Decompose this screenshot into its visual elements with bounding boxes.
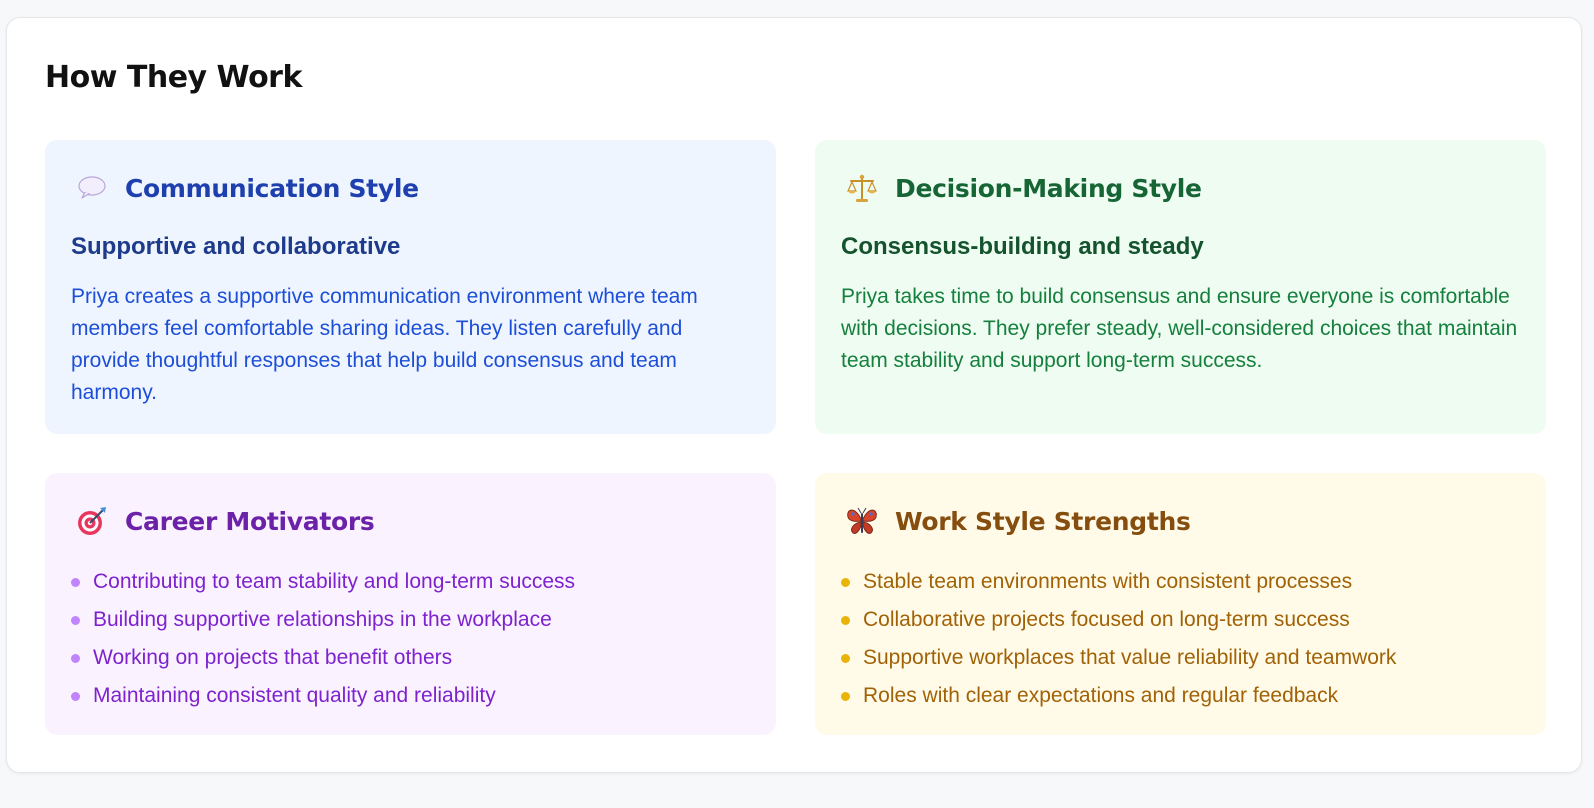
bullet-dot	[841, 577, 850, 587]
list-item-text: Supportive workplaces that value reliabi…	[863, 646, 1397, 669]
work-style-strengths-list: Stable team environments with consistent…	[841, 563, 1396, 715]
career-motivators-list: Contributing to team stability and long-…	[71, 563, 575, 715]
work-style-strengths-header: Work Style Strengths	[845, 503, 1191, 539]
speech-bubble-icon	[75, 171, 109, 205]
decision-making-style-subtitle: Consensus-building and steady	[841, 233, 1204, 260]
list-item: Roles with clear expectations and regula…	[841, 677, 1396, 715]
career-motivators-title: Career Motivators	[125, 506, 375, 536]
work-style-strengths-title: Work Style Strengths	[895, 506, 1191, 536]
communication-style-subtitle: Supportive and collaborative	[71, 233, 401, 260]
list-item: Collaborative projects focused on long-t…	[841, 601, 1396, 639]
bullet-dot	[71, 615, 80, 625]
decision-making-style-card: Decision-Making Style Consensus-building…	[815, 140, 1546, 434]
list-item: Maintaining consistent quality and relia…	[71, 677, 575, 715]
butterfly-icon	[845, 504, 879, 538]
list-item-text: Maintaining consistent quality and relia…	[93, 684, 496, 707]
list-item-text: Contributing to team stability and long-…	[93, 570, 576, 593]
list-item: Working on projects that benefit others	[71, 639, 575, 677]
bullet-dot	[841, 615, 850, 625]
list-item: Supportive workplaces that value reliabi…	[841, 639, 1396, 677]
balance-scale-icon	[845, 171, 879, 205]
how-they-work-panel: How They Work Communication Style Suppor…	[6, 17, 1582, 773]
bullet-dot	[71, 691, 80, 701]
communication-style-header: Communication Style	[75, 170, 419, 206]
communication-style-title: Communication Style	[125, 173, 419, 203]
decision-making-style-header: Decision-Making Style	[845, 170, 1202, 206]
career-motivators-header: Career Motivators	[75, 503, 375, 539]
list-item-text: Collaborative projects focused on long-t…	[863, 608, 1350, 631]
list-item-text: Roles with clear expectations and regula…	[863, 684, 1339, 707]
list-item-text: Building supportive relationships in the…	[93, 608, 552, 631]
bullet-dot	[71, 653, 80, 663]
list-item: Building supportive relationships in the…	[71, 601, 575, 639]
section-title: How They Work	[45, 60, 302, 95]
target-icon	[75, 504, 109, 538]
list-item: Stable team environments with consistent…	[841, 563, 1396, 601]
bullet-dot	[841, 653, 850, 663]
decision-making-style-description: Priya takes time to build consensus and …	[841, 285, 1518, 372]
list-item: Contributing to team stability and long-…	[71, 563, 575, 601]
work-style-strengths-card: Work Style Strengths Stable team environ…	[815, 473, 1546, 735]
list-item-text: Stable team environments with consistent…	[863, 570, 1353, 593]
bullet-dot	[841, 691, 850, 701]
decision-making-style-title: Decision-Making Style	[895, 173, 1202, 203]
bullet-dot	[71, 577, 80, 587]
career-motivators-card: Career Motivators Contributing to team s…	[45, 473, 776, 735]
communication-style-card: Communication Style Supportive and colla…	[45, 140, 776, 434]
communication-style-description: Priya creates a supportive communication…	[71, 285, 698, 404]
list-item-text: Working on projects that benefit others	[93, 646, 453, 669]
